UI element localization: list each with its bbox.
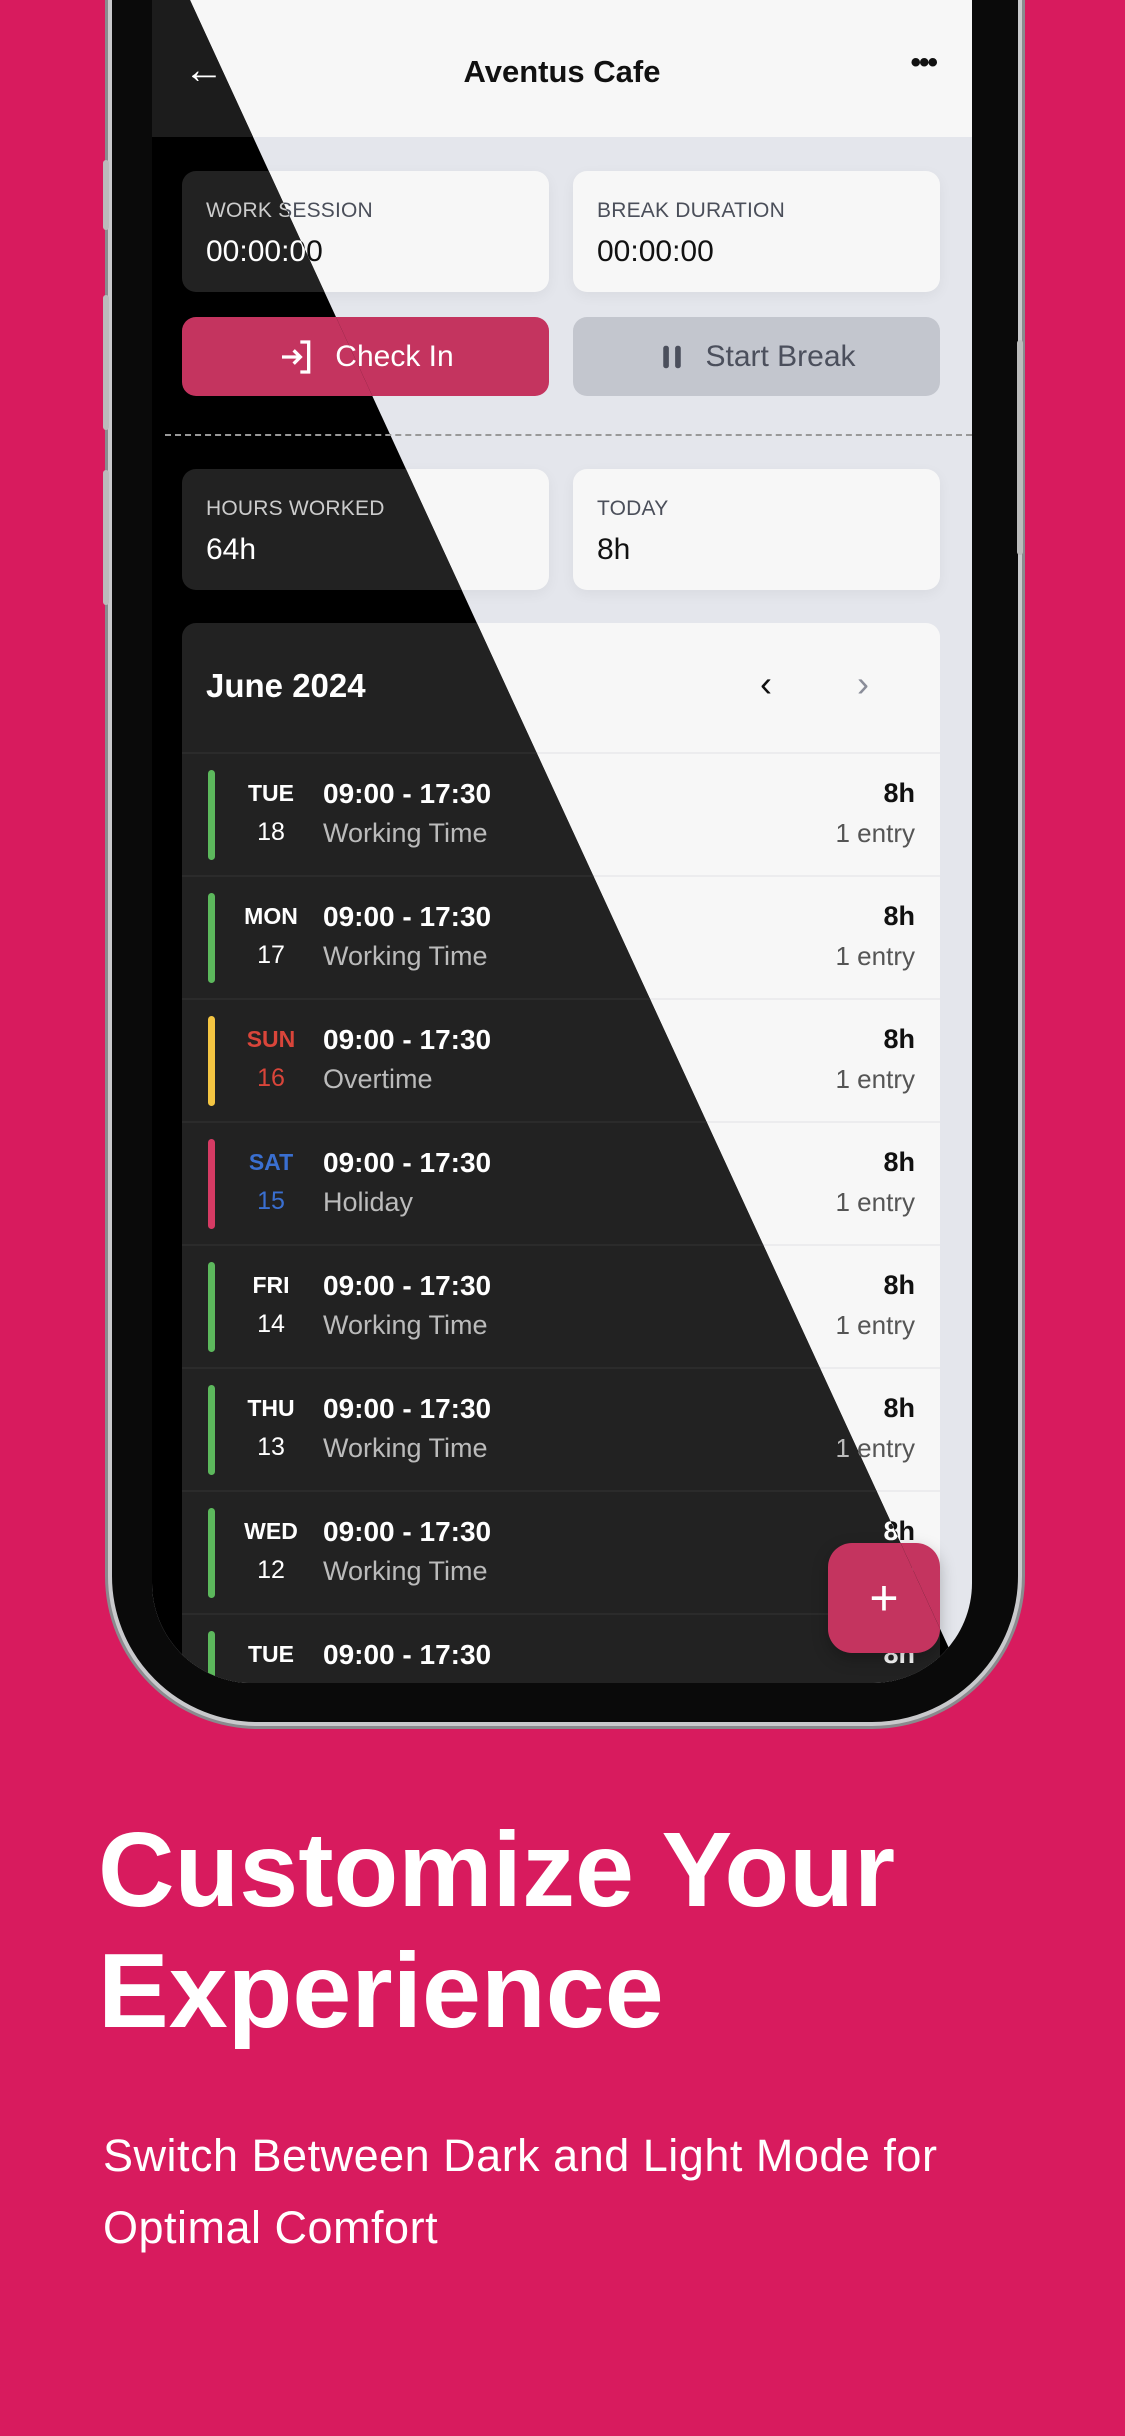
entry-time: 09:00 - 17:30 xyxy=(323,778,492,809)
entry-hours: 8h xyxy=(883,778,915,808)
today-label: TODAY xyxy=(597,497,669,520)
entry-type: Working Time xyxy=(323,1556,488,1586)
entry-count: 1 entry xyxy=(835,1187,916,1217)
promo-subtitle: Switch Between Dark and Light Mode for O… xyxy=(103,2130,938,2253)
entry-day: SUN xyxy=(246,1026,296,1052)
app-header: ← Aventus Cafe ••• xyxy=(152,0,972,137)
entry-count: 1 entry xyxy=(835,941,916,971)
entry-row[interactable]: THU1309:00 - 17:30Working Time8h1 entry xyxy=(182,1367,940,1490)
more-horizontal-icon[interactable]: ••• xyxy=(910,46,937,80)
entry-hours: 8h xyxy=(883,1024,915,1054)
side-button xyxy=(1017,340,1023,555)
entry-type-bar xyxy=(208,1385,215,1475)
entry-day: WED xyxy=(244,1518,298,1544)
entry-day: FRI xyxy=(252,1272,290,1298)
entry-type: Overtime xyxy=(323,1064,433,1094)
entry-type: Working Time xyxy=(323,1433,488,1463)
entry-day: MON xyxy=(244,903,298,929)
entry-type: Working Time xyxy=(323,941,488,971)
entry-time: 09:00 - 17:30 xyxy=(323,1270,492,1301)
entry-time: 09:00 - 17:30 xyxy=(323,1639,492,1670)
side-button xyxy=(103,470,109,605)
month-title: June 2024 xyxy=(206,667,366,704)
plus-icon: + xyxy=(869,1570,899,1626)
entry-date: 13 xyxy=(257,1433,285,1461)
entry-date: 14 xyxy=(257,1310,285,1338)
start-break-label: Start Break xyxy=(705,339,856,373)
entry-count: 1 entry xyxy=(835,1310,916,1340)
entry-day: THU xyxy=(247,1395,295,1421)
entry-row[interactable]: WED1209:00 - 17:30Working Time8h1 entry xyxy=(182,1490,940,1613)
break-duration-label: BREAK DURATION xyxy=(597,199,785,222)
entry-hours: 8h xyxy=(883,1147,915,1177)
entry-time: 09:00 - 17:30 xyxy=(323,1516,492,1547)
entry-hours: 8h xyxy=(883,901,915,931)
chevron-left-icon[interactable]: ‹ xyxy=(760,663,772,705)
entry-day: SAT xyxy=(248,1149,294,1175)
entry-type-bar xyxy=(208,893,215,983)
today-value: 8h xyxy=(597,533,631,566)
side-button xyxy=(103,295,109,430)
entry-type-bar xyxy=(208,1508,215,1598)
entry-time: 09:00 - 17:30 xyxy=(323,1024,492,1055)
login-icon xyxy=(282,339,311,374)
entry-date: 18 xyxy=(257,818,285,846)
entry-date: 15 xyxy=(257,1187,285,1215)
start-break-button[interactable]: Start Break xyxy=(573,317,940,396)
app-screen: ← Aventus Cafe ••• WORK SESSION 00:00:00… xyxy=(152,0,972,1683)
entry-count: 1 entry xyxy=(835,818,916,848)
entry-type-bar xyxy=(208,770,215,860)
entry-time: 09:00 - 17:30 xyxy=(323,1147,492,1178)
entry-count: 1 entry xyxy=(836,1679,916,1683)
entry-day: TUE xyxy=(248,1641,294,1667)
entry-row[interactable]: TUE1109:00 - 17:30Working Time8h1 entry xyxy=(182,1613,940,1683)
entry-type: Holiday xyxy=(323,1187,414,1217)
break-duration-card: BREAK DURATION 00:00:00 xyxy=(573,171,940,292)
entry-type-bar xyxy=(208,1262,215,1352)
entry-type: Working Time xyxy=(323,818,488,848)
chevron-right-icon[interactable]: › xyxy=(857,663,869,705)
entry-date: 16 xyxy=(257,1064,285,1092)
entry-type-bar xyxy=(208,1016,215,1106)
entry-time: 09:00 - 17:30 xyxy=(323,901,492,932)
entry-day: TUE xyxy=(248,780,294,806)
promo-headline: Customize Your Experience xyxy=(98,1811,896,2050)
entry-date: 17 xyxy=(257,941,285,969)
entry-hours: 8h xyxy=(883,1393,915,1423)
entry-type: Working Time xyxy=(323,1679,488,1683)
entry-type: Working Time xyxy=(323,1310,488,1340)
entry-count: 1 entry xyxy=(835,1064,916,1094)
entry-type-bar xyxy=(208,1139,215,1229)
entry-date: 12 xyxy=(257,1556,285,1584)
today-card: TODAY 8h xyxy=(573,469,940,590)
entry-hours: 8h xyxy=(883,1270,915,1300)
pause-icon xyxy=(663,345,682,368)
entry-time: 09:00 - 17:30 xyxy=(323,1393,492,1424)
page-title: Aventus Cafe xyxy=(463,54,661,89)
side-button xyxy=(103,160,109,230)
entry-date: 11 xyxy=(234,1679,308,1683)
entry-type-bar xyxy=(208,1631,215,1683)
break-duration-value: 00:00:00 xyxy=(597,235,714,268)
